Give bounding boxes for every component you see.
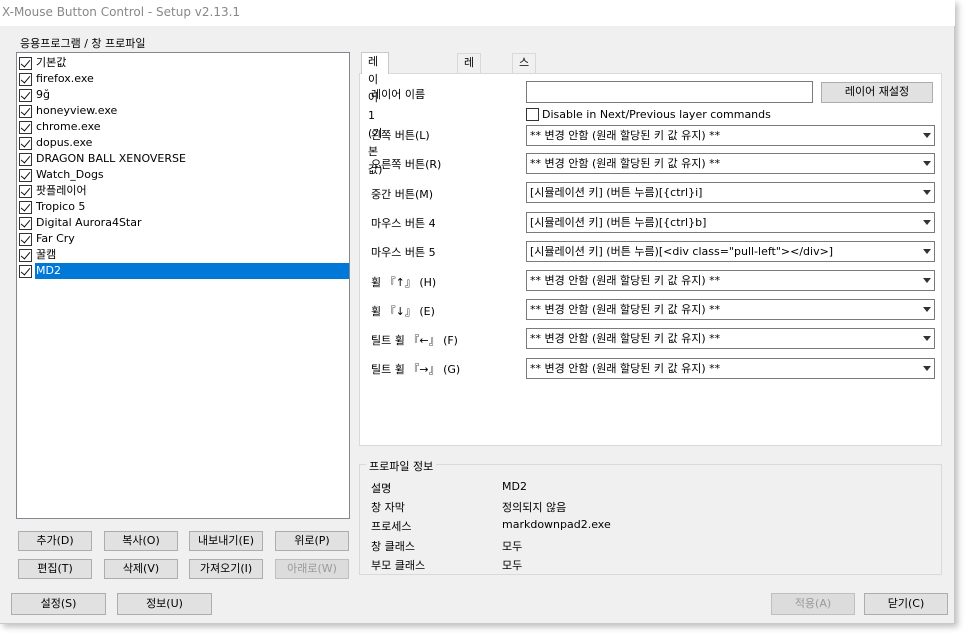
chevron-down-icon [923,161,931,166]
list-item[interactable]: Digital Aurora4Star [19,215,143,231]
checkbox-icon[interactable] [19,184,32,198]
chevron-down-icon [923,190,931,195]
settings-button[interactable]: 설정(S) [11,593,106,615]
list-item[interactable]: Tropico 5 [19,199,86,215]
chevron-down-icon [923,336,931,341]
info-key-description: 설명 [371,482,392,495]
mouse-button-5-label: 마우스 버튼 5 [371,246,436,259]
mouse-button-4-select[interactable]: [시뮬레이션 키] (버튼 누름)[{ctrl}b] [526,212,935,233]
info-value-window-caption: 정의되지 않음 [502,501,567,514]
layer-name-label: 레이어 이름 [371,88,426,101]
tab-layer-2[interactable]: 레이어 2 [457,53,482,123]
wheel-up-label: 휠 『↑』 (H) [371,276,437,289]
chevron-down-icon [923,249,931,254]
profile-info-group [359,464,942,575]
profile-info-title: 프로파일 정보 [366,458,437,474]
app-profile-list[interactable]: 기본값 firefox.exe 9ğ honeyview.exe chrome.… [16,52,350,519]
chevron-down-icon [923,133,931,138]
checkbox-icon[interactable] [19,152,32,166]
info-value-description: MD2 [502,480,527,493]
add-button[interactable]: 추가(D) [18,531,92,551]
window-title: X-Mouse Button Control - Setup v2.13.1 [2,5,241,19]
checkbox-icon[interactable] [19,56,32,70]
delete-button[interactable]: 삭제(V) [104,559,178,579]
move-up-button[interactable]: 위로(P) [275,531,349,551]
middle-button-select[interactable]: [시뮬레이션 키] (버튼 누름)[{ctrl}i] [526,182,935,203]
edit-button[interactable]: 편집(T) [18,559,92,579]
mouse-button-5-select[interactable]: [시뮬레이션 키] (버튼 누름)[<div class="pull-left"… [526,241,935,262]
list-item-selected[interactable]: MD2 [19,263,349,279]
wheel-up-select[interactable]: ** 변경 안함 (원래 할당된 키 값 유지) ** [526,270,935,291]
right-button-select[interactable]: ** 변경 안함 (원래 할당된 키 값 유지) ** [526,153,935,174]
checkbox-icon[interactable] [19,168,32,182]
checkbox-icon[interactable] [19,72,32,86]
list-item[interactable]: dopus.exe [19,135,93,151]
left-button-select[interactable]: ** 변경 안함 (원래 할당된 키 값 유지) ** [526,125,935,146]
info-key-process: 프로세스 [371,520,412,533]
main-window: X-Mouse Button Control - Setup v2.13.1 응… [0,0,955,624]
title-bar: X-Mouse Button Control - Setup v2.13.1 [0,0,955,26]
checkbox-icon[interactable] [19,248,32,262]
list-item[interactable]: 팟플레이어 [19,183,88,199]
info-key-window-class: 창 클래스 [371,540,415,553]
list-item[interactable]: chrome.exe [19,119,102,135]
about-button[interactable]: 정보(U) [117,593,212,615]
checkbox-icon[interactable] [19,104,32,118]
list-item[interactable]: Watch_Dogs [19,167,105,183]
app-list-group-label: 응용프로그램 / 창 프로파일 [20,37,146,50]
layer-name-input[interactable] [526,81,813,103]
wheel-down-select[interactable]: ** 변경 안함 (원래 할당된 키 값 유지) ** [526,299,935,320]
reset-layer-button[interactable]: 레이어 재설정 [821,82,933,103]
move-down-button[interactable]: 아래로(W) [275,559,349,579]
chevron-down-icon [923,366,931,371]
close-button[interactable]: 닫기(C) [864,593,948,615]
checkbox-icon[interactable] [526,108,539,121]
list-item[interactable]: DRAGON BALL XENOVERSE [19,151,187,167]
tilt-left-label: 틸트 휠 『←』 (F) [371,334,458,347]
list-item[interactable]: Far Cry [19,231,76,247]
info-value-process: markdownpad2.exe [502,518,611,531]
list-item[interactable]: honeyview.exe [19,103,118,119]
tab-layer-1[interactable]: 레이어 1 (기본값) [361,52,390,176]
middle-button-label: 중간 버튼(M) [371,188,434,201]
chevron-down-icon [923,307,931,312]
info-key-window-caption: 창 자막 [371,501,405,514]
chevron-down-icon [923,278,931,283]
disable-layer-checkbox-row[interactable]: Disable in Next/Previous layer commands [526,108,771,121]
selection-highlight [35,263,349,279]
tab-scroll-navigation[interactable]: 스크롤 / 네비게이션 [512,53,537,213]
checkbox-icon[interactable] [19,200,32,214]
list-item[interactable]: 꿀캠 [19,247,57,263]
list-item[interactable]: firefox.exe [19,71,95,87]
list-item[interactable]: 9ğ [19,87,51,103]
layer-panel: 레이어 이름 레이어 재설정 Disable in Next/Previous … [359,73,942,446]
export-button[interactable]: 내보내기(E) [189,531,263,551]
list-item[interactable]: 기본값 [19,55,67,71]
checkbox-icon[interactable] [19,264,32,278]
checkbox-icon[interactable] [19,216,32,230]
copy-button[interactable]: 복사(O) [104,531,178,551]
checkbox-icon[interactable] [19,120,32,134]
tilt-right-select[interactable]: ** 변경 안함 (원래 할당된 키 값 유지) ** [526,358,935,379]
import-button[interactable]: 가져오기(I) [189,559,263,579]
checkbox-icon[interactable] [19,136,32,150]
info-value-window-class: 모두 [502,540,523,553]
checkbox-icon[interactable] [19,232,32,246]
info-key-parent-class: 부모 클래스 [371,559,426,572]
chevron-down-icon [923,220,931,225]
tilt-right-label: 틸트 휠 『→』 (G) [371,363,461,376]
disable-layer-checkbox-label: Disable in Next/Previous layer commands [542,108,771,121]
checkbox-icon[interactable] [19,88,32,102]
apply-button[interactable]: 적용(A) [771,593,855,615]
mouse-button-4-label: 마우스 버튼 4 [371,217,436,230]
info-value-parent-class: 모두 [502,559,523,572]
tilt-left-select[interactable]: ** 변경 안함 (원래 할당된 키 값 유지) ** [526,328,935,349]
wheel-down-label: 휠 『↓』 (E) [371,305,435,318]
